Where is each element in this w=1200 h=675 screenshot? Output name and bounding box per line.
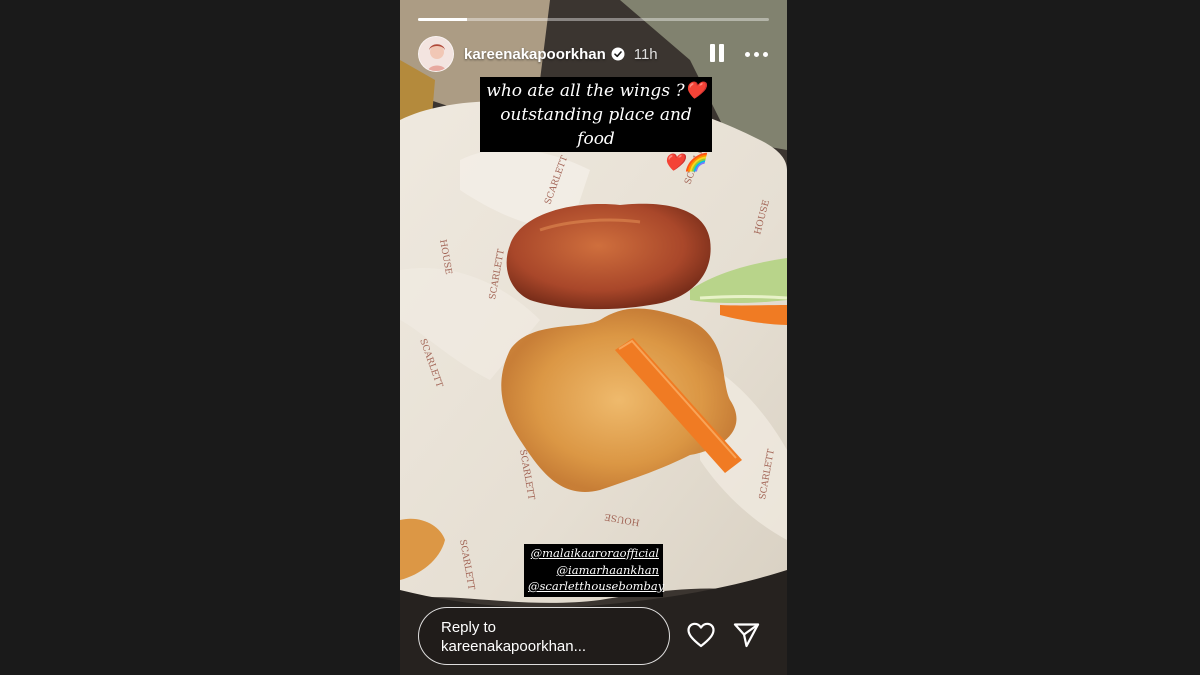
story-time: 11h: [633, 45, 658, 63]
pause-button[interactable]: [709, 44, 725, 64]
mention-stickers: @malaikaaroraofficial @iamarhaankhan @sc…: [524, 544, 664, 597]
reply-placeholder-line-1: Reply to: [441, 619, 497, 636]
caption-line-2: outstanding place and food: [500, 105, 692, 149]
more-options-button[interactable]: [743, 44, 769, 64]
story-viewer[interactable]: SCARLETT HOUSE SCARLETT SCARLETT SCARLET…: [400, 0, 787, 675]
story-caption: who ate all the wings ?❤️ outstanding pl…: [480, 77, 712, 173]
story-progress-bar: [418, 18, 769, 21]
avatar[interactable]: [418, 36, 454, 72]
send-icon[interactable]: [733, 622, 760, 648]
caption-line-3: ❤️🌈: [663, 153, 706, 173]
username[interactable]: kareenakapoorkhan: [464, 46, 606, 63]
mention-tag[interactable]: @scarletthousebombay: [528, 578, 664, 595]
verified-badge-icon: [611, 47, 625, 61]
reply-input[interactable]: Reply to kareenakapoorkhan...: [418, 607, 670, 665]
pause-icon: [710, 44, 715, 62]
pause-icon-bar: [719, 44, 724, 62]
mention-tag[interactable]: @iamarhaankhan: [528, 562, 659, 579]
heart-icon[interactable]: [687, 622, 715, 648]
story-progress-fill: [418, 18, 468, 21]
mention-tag[interactable]: @malaikaaroraofficial: [528, 545, 659, 562]
more-options-icon: [744, 51, 750, 57]
more-options-dot: [753, 51, 759, 57]
story-header: kareenakapoorkhan 11h: [418, 35, 769, 73]
caption-line-1: who ate all the wings ?❤️: [486, 81, 706, 101]
avatar-photo: [419, 37, 453, 71]
more-options-dot: [762, 51, 768, 57]
reply-placeholder-line-2: kareenakapoorkhan...: [441, 638, 587, 655]
